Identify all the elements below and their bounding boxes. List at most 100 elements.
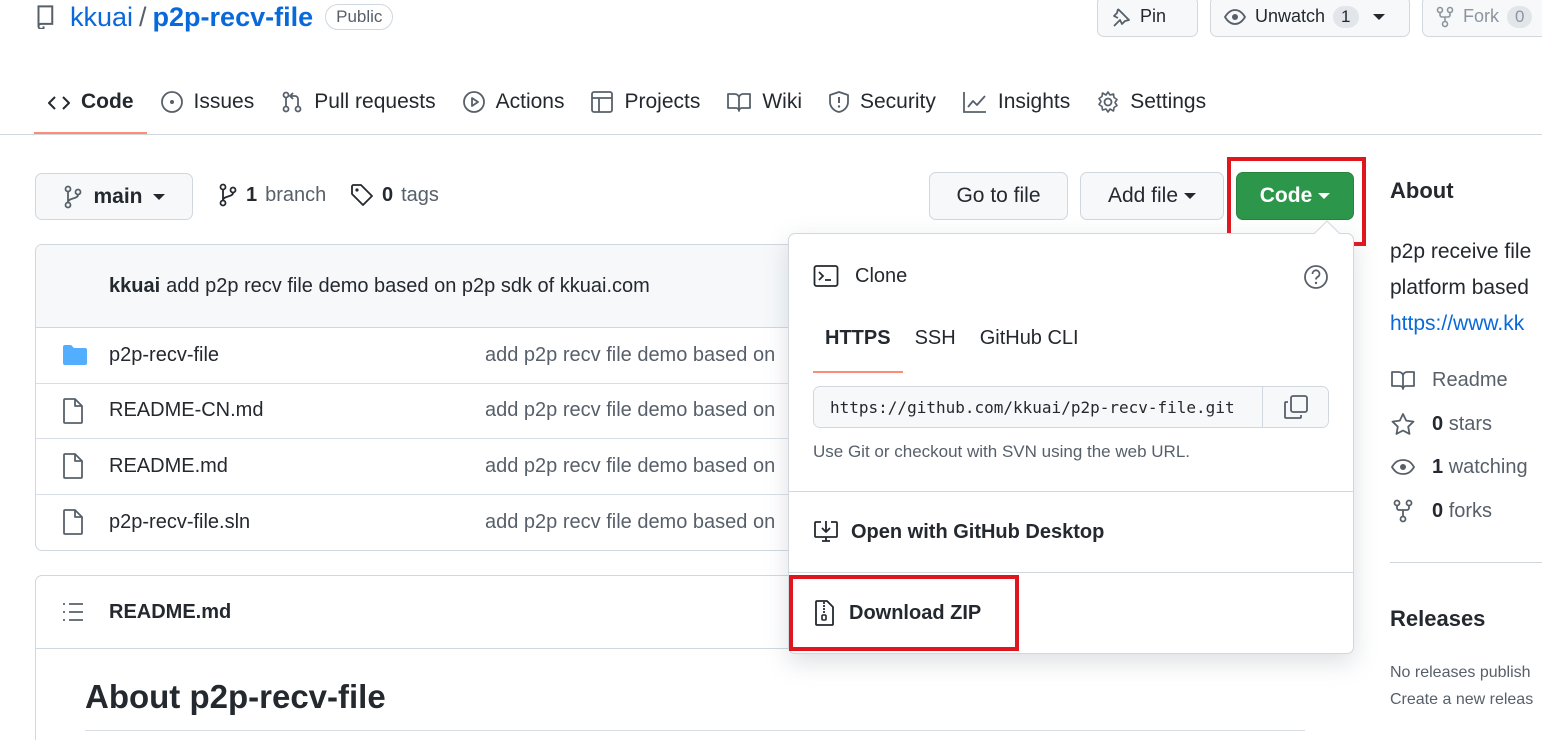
tab-settings[interactable]: Settings bbox=[1083, 78, 1219, 135]
visibility-badge: Public bbox=[325, 4, 394, 30]
repo-description-line2: platform based bbox=[1390, 276, 1529, 299]
table-row[interactable]: README-CN.md add p2p recv file demo base… bbox=[36, 384, 815, 439]
tags-link[interactable]: 0 tags bbox=[350, 183, 439, 207]
file-icon bbox=[62, 453, 84, 480]
desktop-download-icon bbox=[813, 519, 839, 545]
tab-label: Insights bbox=[997, 90, 1071, 113]
watchers-link[interactable]: 1 watching bbox=[1390, 455, 1528, 479]
file-name[interactable]: p2p-recv-file bbox=[109, 344, 219, 367]
tab-label: Security bbox=[860, 90, 936, 113]
copy-icon bbox=[1283, 394, 1309, 420]
tab-github-cli[interactable]: GitHub CLI bbox=[968, 322, 1091, 373]
commit-author[interactable]: kkuai bbox=[109, 275, 160, 298]
watching-count: 1 bbox=[1432, 455, 1444, 478]
readme-link[interactable]: Readme bbox=[1390, 368, 1508, 392]
branch-select-button[interactable]: main bbox=[35, 173, 193, 220]
book-icon bbox=[726, 90, 752, 114]
file-name[interactable]: README.md bbox=[109, 455, 228, 478]
clone-protocol-tabs: HTTPS SSH GitHub CLI bbox=[813, 322, 1091, 373]
chevron-down-icon bbox=[152, 193, 165, 200]
tab-code[interactable]: Code bbox=[34, 78, 147, 135]
file-icon bbox=[62, 397, 84, 424]
play-icon bbox=[462, 90, 486, 114]
file-name[interactable]: README-CN.md bbox=[109, 399, 263, 422]
tab-label: Code bbox=[81, 90, 134, 113]
fork-button[interactable]: Fork 0 bbox=[1422, 0, 1542, 37]
fork-icon bbox=[1435, 6, 1455, 28]
repo-description-line1: p2p receive file bbox=[1390, 240, 1532, 263]
readme-header: README.md bbox=[36, 576, 815, 649]
tag-count-label: tags bbox=[401, 183, 439, 206]
fork-icon bbox=[1390, 499, 1416, 523]
tab-insights[interactable]: Insights bbox=[949, 78, 1083, 135]
clone-header: Clone bbox=[813, 264, 907, 288]
go-to-file-button[interactable]: Go to file bbox=[929, 172, 1068, 220]
website-link[interactable]: https://www.kk bbox=[1390, 306, 1524, 342]
releases-heading[interactable]: Releases bbox=[1390, 606, 1485, 632]
unwatch-label: Unwatch bbox=[1255, 6, 1326, 26]
add-file-label: Add file bbox=[1107, 184, 1179, 207]
code-icon bbox=[47, 92, 71, 114]
pin-button[interactable]: Pin bbox=[1097, 0, 1198, 37]
table-row[interactable]: p2p-recv-file add p2p recv file demo bas… bbox=[36, 328, 815, 384]
file-list: kkuai add p2p recv file demo based on p2… bbox=[35, 244, 815, 551]
dropdown-divider bbox=[789, 572, 1353, 573]
unwatch-button[interactable]: Unwatch 1 bbox=[1210, 0, 1410, 37]
clone-hint: Use Git or checkout with SVN using the w… bbox=[813, 442, 1190, 461]
go-to-file-label: Go to file bbox=[956, 184, 1041, 207]
book-icon bbox=[1390, 368, 1416, 392]
branch-count: 1 bbox=[246, 183, 258, 206]
pin-icon bbox=[1110, 6, 1132, 28]
file-name[interactable]: p2p-recv-file.sln bbox=[109, 511, 250, 534]
forks-link[interactable]: 0 forks bbox=[1390, 499, 1492, 523]
clone-url-group bbox=[813, 386, 1329, 428]
forks-count: 0 bbox=[1432, 499, 1444, 522]
clone-url-input[interactable] bbox=[814, 387, 1262, 427]
tab-ssh[interactable]: SSH bbox=[903, 322, 968, 373]
sidebar-divider bbox=[1390, 562, 1542, 563]
tag-count: 0 bbox=[382, 183, 394, 206]
latest-commit-bar: kkuai add p2p recv file demo based on p2… bbox=[36, 245, 815, 328]
table-row[interactable]: README.md add p2p recv file demo based o… bbox=[36, 439, 815, 495]
help-icon[interactable] bbox=[1303, 264, 1329, 290]
repo-owner-link[interactable]: kkuai bbox=[70, 2, 133, 33]
file-commit-message[interactable]: add p2p recv file demo based on bbox=[485, 399, 775, 422]
shield-icon bbox=[828, 90, 850, 114]
fork-label: Fork bbox=[1463, 6, 1499, 26]
tab-issues[interactable]: Issues bbox=[147, 78, 268, 135]
tab-projects[interactable]: Projects bbox=[577, 78, 713, 135]
list-icon[interactable] bbox=[62, 602, 84, 622]
repo-separator: / bbox=[139, 1, 147, 32]
open-github-desktop-item[interactable]: Open with GitHub Desktop bbox=[813, 519, 1104, 545]
tab-label: Wiki bbox=[762, 90, 802, 113]
branches-link[interactable]: 1 branch bbox=[218, 183, 326, 207]
repo-name-link[interactable]: p2p-recv-file bbox=[153, 2, 314, 33]
readme-filename: README.md bbox=[109, 600, 232, 623]
file-commit-message[interactable]: add p2p recv file demo based on bbox=[485, 511, 775, 534]
create-release-link[interactable]: Create a new releas bbox=[1390, 691, 1533, 709]
tab-actions[interactable]: Actions bbox=[449, 78, 578, 135]
pull-request-icon bbox=[280, 90, 304, 114]
issues-icon bbox=[160, 90, 184, 114]
download-zip-highlight bbox=[789, 575, 1019, 651]
terminal-icon bbox=[813, 264, 839, 288]
stars-link[interactable]: 0 stars bbox=[1390, 412, 1492, 436]
table-row[interactable]: p2p-recv-file.sln add p2p recv file demo… bbox=[36, 495, 815, 551]
tab-label: Issues bbox=[193, 90, 255, 113]
forks-label: forks bbox=[1448, 499, 1493, 522]
star-icon bbox=[1390, 412, 1416, 436]
commit-message[interactable]: add p2p recv file demo based on p2p sdk … bbox=[166, 275, 650, 298]
dropdown-divider bbox=[789, 491, 1353, 492]
eye-icon bbox=[1223, 6, 1247, 28]
add-file-button[interactable]: Add file bbox=[1080, 172, 1224, 220]
readme-heading-rule bbox=[85, 730, 1305, 731]
tab-wiki[interactable]: Wiki bbox=[713, 78, 815, 135]
file-commit-message[interactable]: add p2p recv file demo based on bbox=[485, 455, 775, 478]
tab-security[interactable]: Security bbox=[815, 78, 949, 135]
file-commit-message[interactable]: add p2p recv file demo based on bbox=[485, 344, 775, 367]
tab-pull-requests[interactable]: Pull requests bbox=[267, 78, 448, 135]
graph-icon bbox=[962, 90, 988, 114]
tab-https[interactable]: HTTPS bbox=[813, 322, 903, 373]
eye-icon bbox=[1390, 455, 1416, 479]
copy-button[interactable] bbox=[1262, 387, 1328, 427]
